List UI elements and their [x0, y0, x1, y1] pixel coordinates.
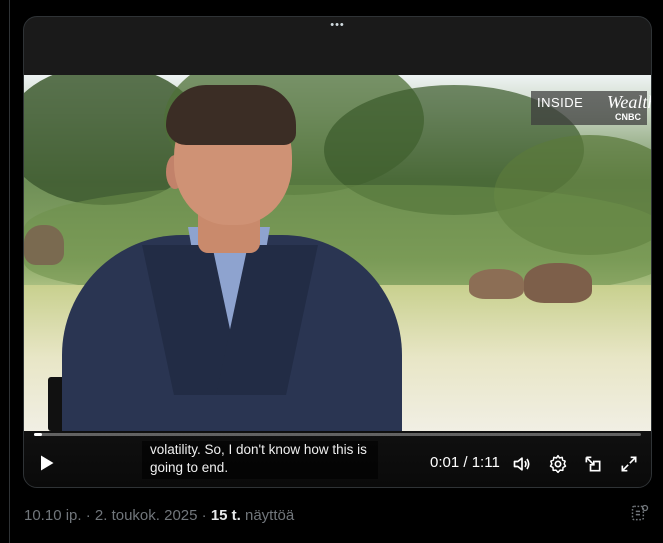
- video-frame-image[interactable]: INSIDE Wealth CNBC: [24, 75, 651, 431]
- captions: volatility. So, I don't know how this is…: [142, 441, 378, 479]
- fullscreen-icon: [621, 456, 637, 472]
- picture-in-picture-button[interactable]: [582, 453, 604, 475]
- more-dots-icon[interactable]: •••: [24, 19, 651, 31]
- duration: 1:11: [471, 454, 500, 471]
- picture-in-picture-icon: [585, 456, 601, 472]
- brand-wealth: Wealth: [607, 92, 651, 112]
- settings-button[interactable]: [547, 453, 569, 475]
- volume-icon: [513, 457, 530, 471]
- timeline-divider: [9, 0, 10, 543]
- views-label: näyttöä: [245, 507, 295, 524]
- volume-button[interactable]: [511, 453, 533, 475]
- analytics-button[interactable]: [630, 503, 650, 523]
- meta-separator-2: ·: [197, 507, 211, 524]
- play-icon: [41, 455, 54, 471]
- time-display: 0:01 / 1:11: [430, 454, 500, 471]
- time-separator: /: [463, 454, 472, 471]
- progress-bar[interactable]: [34, 433, 641, 436]
- play-button[interactable]: [34, 451, 58, 475]
- settings-icon: [549, 454, 567, 474]
- post-date[interactable]: 2. toukok. 2025: [95, 507, 198, 524]
- progress-fill: [34, 433, 43, 436]
- post-time[interactable]: 10.10 ip.: [24, 507, 82, 524]
- analytics-icon: [631, 504, 649, 521]
- interviewee: [62, 75, 402, 431]
- views-count: 15 t.: [210, 507, 241, 524]
- meta-separator: ·: [81, 507, 95, 524]
- brand-inside: INSIDE: [537, 95, 584, 110]
- brand-network: CNBC: [615, 112, 641, 122]
- video-player[interactable]: ••• INSIDE Wealth CNBC: [23, 16, 652, 488]
- caption-line-2: going to end.: [150, 460, 229, 475]
- video-controls: volatility. So, I don't know how this is…: [24, 431, 651, 487]
- channel-watermark: INSIDE Wealth CNBC: [531, 91, 651, 125]
- current-time: 0:01: [430, 454, 460, 471]
- caption-line-1: volatility. So, I don't know how this is: [150, 442, 367, 457]
- post-metadata: 10.10 ip. · 2. toukok. 2025 · 15 t. näyt…: [24, 507, 294, 524]
- fullscreen-button[interactable]: [618, 453, 640, 475]
